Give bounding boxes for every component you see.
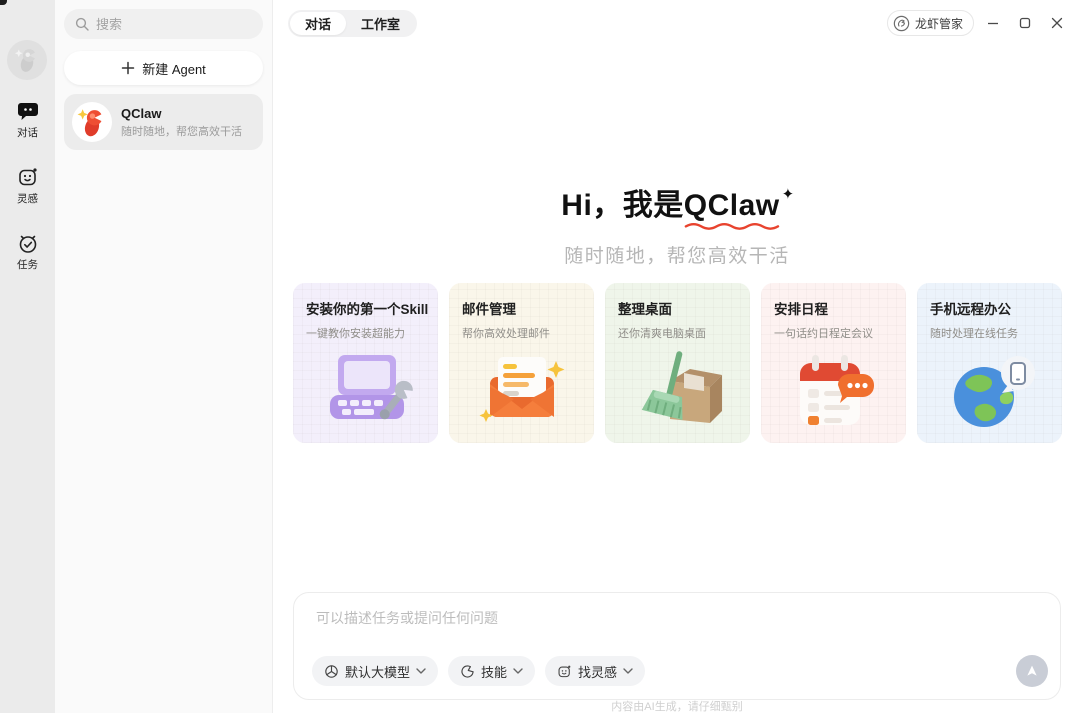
card-schedule[interactable]: 安排日程 一句话约日程定会议 bbox=[761, 283, 906, 443]
chevron-down-icon bbox=[416, 668, 426, 674]
new-agent-button[interactable]: 新建 Agent bbox=[64, 51, 263, 85]
card-subtitle: 随时处理在线任务 bbox=[930, 325, 1049, 341]
search-input[interactable] bbox=[96, 17, 236, 32]
agent-info: QClaw 随时随地，帮您高效干活 bbox=[121, 105, 242, 139]
search-box[interactable] bbox=[64, 9, 263, 39]
sparkle-icon: ✦ bbox=[782, 186, 795, 203]
laptop-wrench-illustration bbox=[293, 347, 438, 435]
page-title: Hi，我是QClaw✦ bbox=[274, 180, 1080, 224]
lobster-avatar-icon bbox=[75, 105, 109, 139]
card-remote-work[interactable]: 手机远程办公 随时处理在线任务 bbox=[917, 283, 1062, 443]
search-icon bbox=[75, 17, 89, 31]
rail-item-inspiration[interactable]: 灵感 bbox=[17, 166, 39, 206]
view-tabbar: 对话 工作室 bbox=[288, 10, 417, 37]
ai-disclaimer: 内容由AI生成，请仔细甄别 bbox=[293, 698, 1061, 713]
card-title: 手机远程办公 bbox=[930, 298, 1049, 318]
calendar-chat-illustration bbox=[761, 347, 906, 435]
inspiration-face-icon bbox=[17, 166, 39, 188]
card-title: 邮件管理 bbox=[462, 298, 581, 318]
globe-phone-illustration bbox=[917, 347, 1062, 435]
hero: Hi，我是QClaw✦ 随时随地，帮您高效干活 bbox=[274, 180, 1080, 268]
titlebar-right: 龙虾管家 bbox=[887, 10, 1070, 36]
title-highlight: QClaw bbox=[684, 189, 780, 223]
broom-box-illustration bbox=[605, 347, 750, 435]
agent-sidebar: 新建 Agent QClaw 随时随地，帮您高效干活 bbox=[55, 0, 273, 713]
lobster-logo-icon bbox=[893, 15, 910, 32]
card-subtitle: 一键教你安装超能力 bbox=[306, 325, 425, 341]
card-title: 安装你的第一个Skill bbox=[306, 298, 425, 318]
skills-selector[interactable]: 技能 bbox=[448, 656, 535, 686]
send-arrow-icon bbox=[1024, 663, 1040, 679]
close-icon[interactable] bbox=[1044, 10, 1070, 36]
card-clean-desktop[interactable]: 整理桌面 还你清爽电脑桌面 bbox=[605, 283, 750, 443]
tab-workshop[interactable]: 工作室 bbox=[346, 12, 415, 35]
rail-item-label: 对话 bbox=[17, 125, 38, 140]
card-subtitle: 还你清爽电脑桌面 bbox=[618, 325, 737, 341]
minimize-icon[interactable] bbox=[980, 10, 1006, 36]
card-title: 整理桌面 bbox=[618, 298, 737, 318]
task-clock-icon bbox=[17, 232, 39, 254]
icon-rail: 对话 灵感 任务 bbox=[0, 0, 55, 713]
chevron-down-icon bbox=[513, 668, 523, 674]
title-prefix: Hi，我是 bbox=[561, 189, 684, 222]
rail-nav: 对话 灵感 任务 bbox=[0, 100, 55, 272]
message-input[interactable] bbox=[316, 608, 1016, 646]
message-composer[interactable]: 默认大模型 技能 找灵感 bbox=[293, 592, 1061, 700]
agent-description: 随时随地，帮您高效干活 bbox=[121, 123, 242, 139]
inspiration-selector[interactable]: 找灵感 bbox=[545, 656, 645, 686]
model-selector[interactable]: 默认大模型 bbox=[312, 656, 438, 686]
inspiration-selector-label: 找灵感 bbox=[578, 662, 617, 681]
envelope-illustration bbox=[449, 347, 594, 435]
rail-item-tasks[interactable]: 任务 bbox=[17, 232, 39, 272]
skills-selector-label: 技能 bbox=[481, 662, 507, 681]
card-title: 安排日程 bbox=[774, 298, 893, 318]
chevron-down-icon bbox=[623, 668, 633, 674]
rail-item-label: 任务 bbox=[17, 257, 38, 272]
agent-name: QClaw bbox=[121, 105, 242, 123]
model-selector-label: 默认大模型 bbox=[345, 662, 410, 681]
card-subtitle: 帮你高效处理邮件 bbox=[462, 325, 581, 341]
skill-claw-icon bbox=[460, 664, 475, 679]
rail-agent-avatar[interactable] bbox=[7, 40, 47, 80]
app-corner-logo bbox=[0, 0, 7, 5]
inspiration-face-icon bbox=[557, 664, 572, 679]
card-subtitle: 一句话约日程定会议 bbox=[774, 325, 893, 341]
lobster-avatar-icon bbox=[12, 45, 42, 75]
new-agent-label: 新建 Agent bbox=[142, 59, 206, 78]
chat-bubble-icon bbox=[17, 100, 39, 122]
main-area: 对话 工作室 龙虾管家 Hi，我是QClaw✦ 随时随地，帮您高效干活 安装你的… bbox=[274, 0, 1080, 713]
manager-badge-label: 龙虾管家 bbox=[915, 15, 963, 32]
model-cube-icon bbox=[324, 664, 339, 679]
manager-badge[interactable]: 龙虾管家 bbox=[887, 10, 974, 36]
page-subtitle: 随时随地，帮您高效干活 bbox=[274, 241, 1080, 268]
red-wavy-underline bbox=[684, 221, 780, 230]
agent-list-item-qclaw[interactable]: QClaw 随时随地，帮您高效干活 bbox=[64, 94, 263, 150]
card-install-skill[interactable]: 安装你的第一个Skill 一键教你安装超能力 bbox=[293, 283, 438, 443]
composer-tools: 默认大模型 技能 找灵感 bbox=[312, 656, 645, 686]
card-email[interactable]: 邮件管理 帮你高效处理邮件 bbox=[449, 283, 594, 443]
rail-item-chat[interactable]: 对话 bbox=[17, 100, 39, 140]
maximize-icon[interactable] bbox=[1012, 10, 1038, 36]
tab-chat[interactable]: 对话 bbox=[290, 12, 346, 35]
avatar bbox=[72, 102, 112, 142]
send-button[interactable] bbox=[1016, 655, 1048, 687]
suggestion-cards: 安装你的第一个Skill 一键教你安装超能力 bbox=[293, 283, 1062, 443]
rail-item-label: 灵感 bbox=[17, 191, 38, 206]
plus-icon bbox=[121, 61, 135, 75]
